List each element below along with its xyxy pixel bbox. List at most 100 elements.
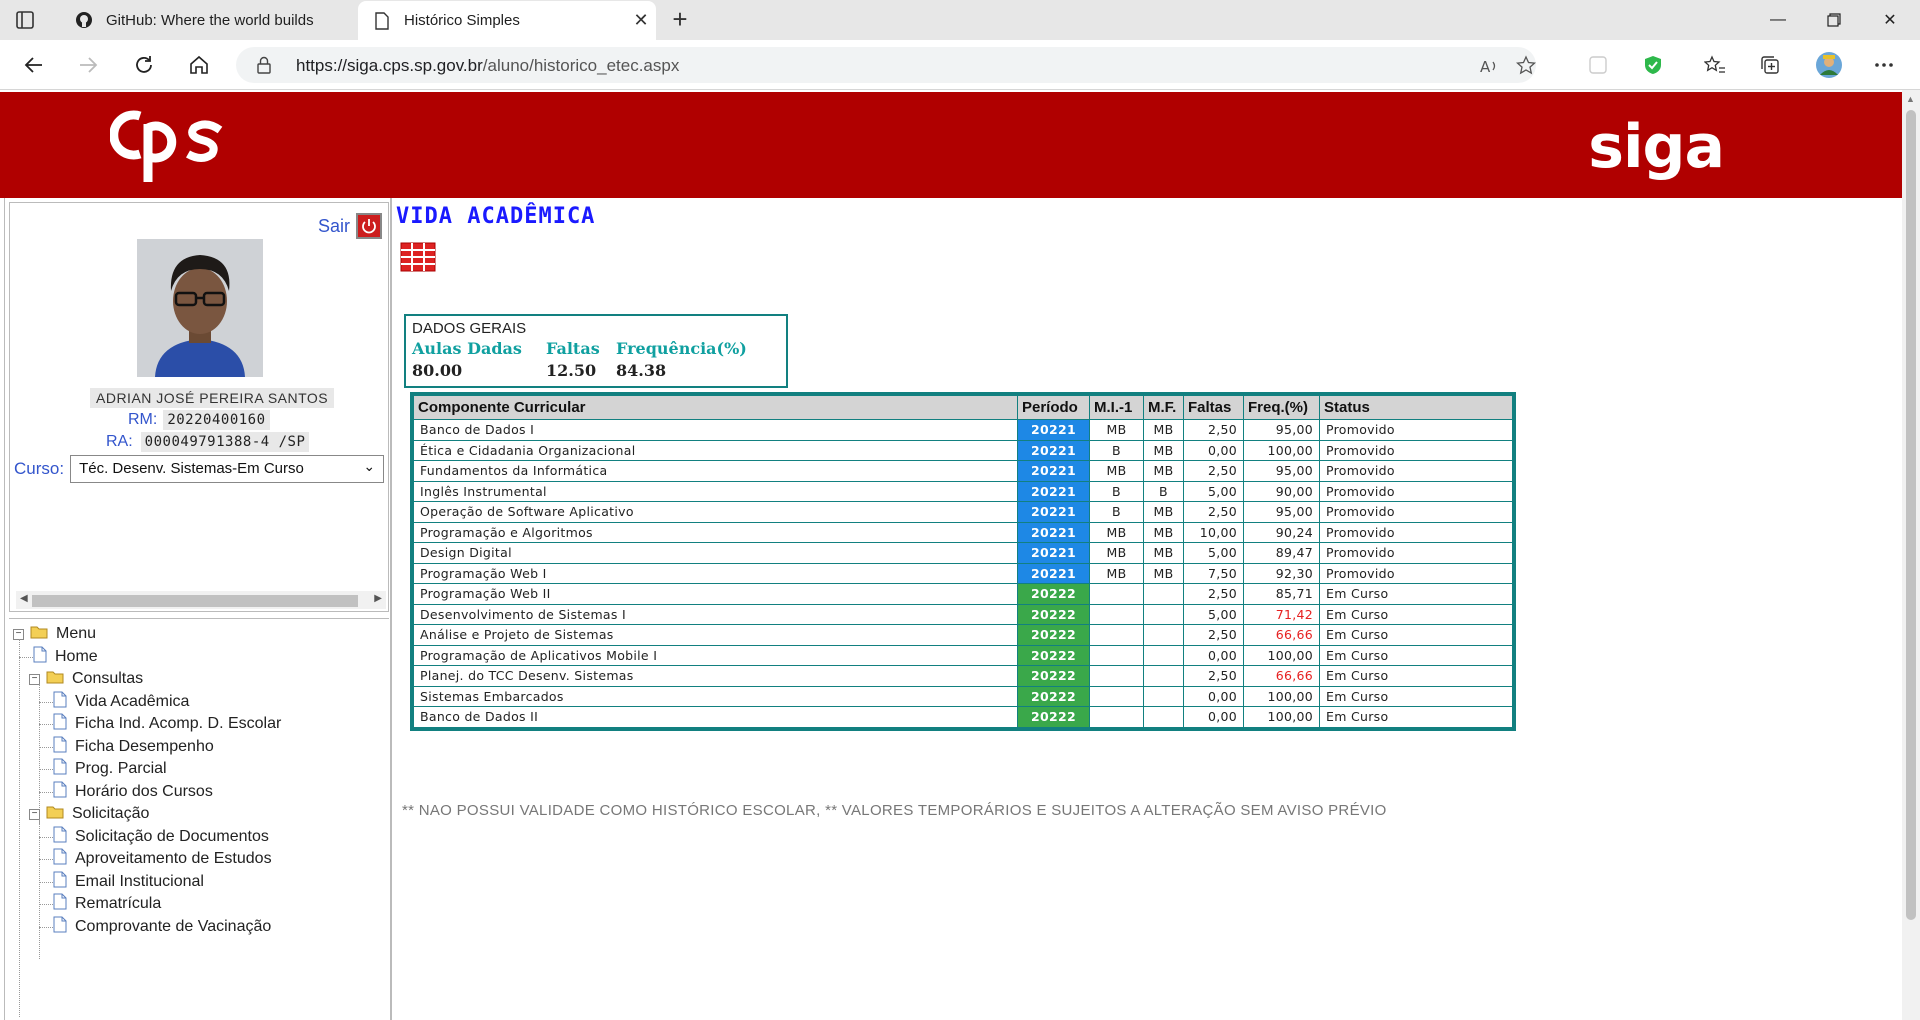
cell-status: Em Curso <box>1319 706 1513 728</box>
profile-avatar[interactable] <box>1815 51 1843 79</box>
cell-componente: Design Digital <box>413 542 1018 564</box>
cell-mi1 <box>1089 624 1144 646</box>
home-button[interactable] <box>183 50 215 80</box>
url-text[interactable]: https://siga.cps.sp.gov.br/aluno/histori… <box>296 56 679 76</box>
new-tab-button[interactable]: + <box>666 6 694 34</box>
cell-freq: 100,00 <box>1243 644 1320 666</box>
sidebar-item-comprovante-de-vacinacao[interactable]: Comprovante de Vacinação <box>53 914 271 940</box>
cell-faltas: 0,00 <box>1183 706 1244 728</box>
general-title: DADOS GERAIS <box>412 320 527 337</box>
collapse-icon[interactable]: − <box>29 673 40 685</box>
menu-item-label: Home <box>55 647 98 665</box>
tab-title: GitHub: Where the world builds <box>106 11 314 29</box>
scrollbar-thumb[interactable] <box>1906 110 1916 920</box>
table-row: Ética e Cidadania Organizacional 20221 B MB… <box>413 439 1513 461</box>
collections-icon[interactable] <box>1758 53 1782 77</box>
course-select[interactable]: Téc. Desenv. Sistemas-Em Curso ⌄ <box>70 455 385 483</box>
scrollbar-thumb[interactable] <box>32 595 358 607</box>
scroll-up-icon[interactable]: ▲ <box>1906 94 1915 104</box>
logout-button[interactable]: Sair <box>318 213 382 239</box>
power-icon[interactable] <box>356 213 382 239</box>
cell-mi1: MB <box>1089 542 1144 564</box>
cell-mf: MB <box>1143 562 1184 584</box>
cell-status: Promovido <box>1319 460 1513 482</box>
collapse-icon[interactable]: − <box>13 628 24 640</box>
address-bar[interactable]: https://siga.cps.sp.gov.br/aluno/histori… <box>236 47 1538 83</box>
menu-item-label: Ficha Ind. Acomp. D. Escolar <box>75 715 282 732</box>
horizontal-scrollbar[interactable]: ◀ ▶ <box>16 591 386 609</box>
page-icon <box>53 713 67 735</box>
cell-status: Promovido <box>1319 419 1513 441</box>
more-menu-icon[interactable] <box>1872 53 1896 77</box>
cell-mf: MB <box>1143 439 1184 461</box>
forward-button[interactable] <box>72 50 104 80</box>
tab-title: Histórico Simples <box>404 12 520 29</box>
menu-item-label: Rematrícula <box>75 895 162 912</box>
close-window-button[interactable]: ✕ <box>1862 0 1918 40</box>
page-icon <box>372 11 392 31</box>
cell-componente: Programação Web II <box>413 583 1018 605</box>
cell-mi1 <box>1089 603 1144 625</box>
favorite-add-icon[interactable] <box>1515 55 1538 77</box>
shield-icon[interactable] <box>1641 53 1665 77</box>
grades-table-container: Componente Curricular Período M.I.-1 M.F… <box>410 392 1516 731</box>
page-icon <box>53 758 67 780</box>
cell-periodo: 20222 <box>1017 583 1090 605</box>
cell-freq: 100,00 <box>1243 706 1320 728</box>
tree-connector <box>39 859 53 860</box>
cell-status: Em Curso <box>1319 583 1513 605</box>
page-icon <box>53 893 67 915</box>
restore-button[interactable] <box>1806 0 1862 40</box>
tree-connector <box>39 769 53 770</box>
tree-connector <box>39 701 53 703</box>
col-componente: Componente Curricular <box>413 395 1018 420</box>
table-grid-icon[interactable] <box>400 242 436 277</box>
tab-historico[interactable]: Histórico Simples ✕ <box>358 1 656 40</box>
col-freq: Freq.(%) <box>1243 395 1320 420</box>
table-row: Design Digital 20221 MB MB 5,00 89,47 Promovid… <box>413 542 1513 564</box>
cell-faltas: 10,00 <box>1183 521 1244 543</box>
extension-icon[interactable] <box>1586 53 1610 77</box>
cell-mi1: B <box>1089 439 1144 461</box>
table-row: Sistemas Embarcados 20222 0,00 100,00 Em Cur… <box>413 685 1513 707</box>
favorites-icon[interactable] <box>1703 53 1727 77</box>
tab-github[interactable]: GitHub: Where the world builds <box>60 0 356 40</box>
logout-label[interactable]: Sair <box>318 216 350 237</box>
tree-connector <box>39 881 53 883</box>
general-data-box: DADOS GERAIS Aulas Dadas Faltas Frequênc… <box>404 314 788 388</box>
tab-actions-icon[interactable] <box>14 9 36 31</box>
col-mi1: M.I.-1 <box>1089 395 1144 420</box>
collapse-icon[interactable]: − <box>29 808 40 820</box>
close-icon[interactable]: ✕ <box>626 10 656 31</box>
tree-connector <box>39 926 53 928</box>
scroll-left-icon[interactable]: ◀ <box>20 593 28 604</box>
ra-value: 000049791388-4 /SP <box>140 432 310 452</box>
menu-tree: − Menu Home − Consultas Vida Acadêmica Ficha I… <box>9 618 389 1018</box>
rm-row: RM: 20220400160 <box>128 410 270 430</box>
cell-periodo: 20222 <box>1017 706 1090 728</box>
address-bar-row: https://siga.cps.sp.gov.br/aluno/histori… <box>0 40 1920 90</box>
col-periodo: Período <box>1017 395 1090 420</box>
minimize-button[interactable]: — <box>1750 0 1806 40</box>
cell-componente: Programação de Aplicativos Mobile I <box>413 644 1018 666</box>
cell-periodo: 20221 <box>1017 419 1090 441</box>
svg-text:A: A <box>1480 58 1491 76</box>
lock-icon[interactable] <box>256 56 272 79</box>
student-photo <box>137 239 263 377</box>
student-name: ADRIAN JOSÉ PEREIRA SANTOS <box>90 388 335 408</box>
cell-mi1: B <box>1089 480 1144 502</box>
table-row: Inglês Instrumental 20221 B B 5,00 90,00 Promo… <box>413 480 1513 502</box>
scroll-right-icon[interactable]: ▶ <box>374 593 382 604</box>
menu-item-label: Email Institucional <box>75 872 204 890</box>
table-row: Desenvolvimento de Sistemas I 20222 5,00 71… <box>413 603 1513 625</box>
page-vertical-scrollbar[interactable]: ▲ <box>1902 90 1920 1020</box>
cell-periodo: 20222 <box>1017 665 1090 687</box>
ra-row: RA: 000049791388-4 /SP <box>106 432 310 452</box>
refresh-button[interactable] <box>128 50 160 80</box>
cell-freq: 92,30 <box>1243 562 1320 584</box>
github-icon <box>74 10 94 30</box>
page-icon <box>53 736 67 758</box>
read-aloud-icon[interactable]: A <box>1478 55 1500 77</box>
cell-periodo: 20221 <box>1017 542 1090 564</box>
back-button[interactable] <box>18 50 50 80</box>
